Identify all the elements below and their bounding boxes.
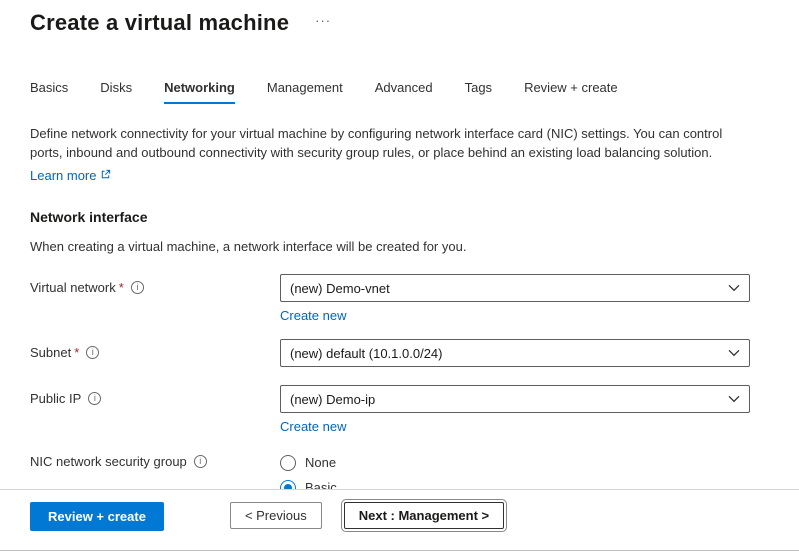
learn-more-link[interactable]: Learn more: [30, 166, 111, 185]
previous-button[interactable]: < Previous: [230, 502, 322, 529]
subnet-label-cell: Subnet * i: [30, 339, 280, 367]
external-link-icon: [100, 166, 111, 185]
tab-advanced[interactable]: Advanced: [375, 80, 433, 104]
tab-review-create[interactable]: Review + create: [524, 80, 618, 104]
info-icon[interactable]: i: [86, 346, 99, 359]
subnet-value: (new) default (10.1.0.0/24): [290, 346, 442, 361]
page-header: Create a virtual machine ···: [30, 10, 759, 36]
review-create-button[interactable]: Review + create: [30, 502, 164, 531]
virtual-network-create-new-link[interactable]: Create new: [280, 308, 346, 323]
subnet-control: (new) default (10.1.0.0/24): [280, 339, 750, 367]
required-asterisk: *: [119, 280, 124, 295]
option-label: None: [305, 455, 336, 470]
subnet-dropdown[interactable]: (new) default (10.1.0.0/24): [280, 339, 750, 367]
public-ip-value: (new) Demo-ip: [290, 392, 375, 407]
field-row-virtual-network: Virtual network * i (new) Demo-vnet Crea…: [30, 274, 759, 323]
intro-block: Define network connectivity for your vir…: [30, 124, 750, 185]
tab-tags[interactable]: Tags: [465, 80, 492, 104]
next-management-button[interactable]: Next : Management >: [344, 502, 504, 529]
chevron-down-icon: [728, 395, 740, 403]
subnet-label: Subnet: [30, 345, 71, 360]
public-ip-label-cell: Public IP i: [30, 385, 280, 434]
tab-networking[interactable]: Networking: [164, 80, 235, 104]
virtual-network-dropdown[interactable]: (new) Demo-vnet: [280, 274, 750, 302]
section-subtext: When creating a virtual machine, a netwo…: [30, 239, 759, 254]
field-row-public-ip: Public IP i (new) Demo-ip Create new: [30, 385, 759, 434]
tab-disks[interactable]: Disks: [100, 80, 132, 104]
virtual-network-label-cell: Virtual network * i: [30, 274, 280, 323]
nic-nsg-option-none[interactable]: None: [280, 450, 750, 475]
nic-nsg-label: NIC network security group: [30, 454, 187, 469]
tab-management[interactable]: Management: [267, 80, 343, 104]
create-vm-page: Create a virtual machine ··· Basics Disk…: [0, 10, 799, 525]
virtual-network-label: Virtual network: [30, 280, 116, 295]
section-heading-network-interface: Network interface: [30, 209, 759, 225]
chevron-down-icon: [728, 349, 740, 357]
field-row-subnet: Subnet * i (new) default (10.1.0.0/24): [30, 339, 759, 367]
virtual-network-control: (new) Demo-vnet Create new: [280, 274, 750, 323]
page-title: Create a virtual machine: [30, 10, 289, 36]
info-icon[interactable]: i: [194, 455, 207, 468]
networking-form: Virtual network * i (new) Demo-vnet Crea…: [30, 274, 759, 525]
tab-bar: Basics Disks Networking Management Advan…: [30, 80, 759, 104]
chevron-down-icon: [728, 284, 740, 292]
public-ip-label: Public IP: [30, 391, 81, 406]
public-ip-create-new-link[interactable]: Create new: [280, 419, 346, 434]
tab-basics[interactable]: Basics: [30, 80, 68, 104]
learn-more-label: Learn more: [30, 166, 96, 185]
intro-text: Define network connectivity for your vir…: [30, 126, 722, 160]
virtual-network-value: (new) Demo-vnet: [290, 281, 390, 296]
info-icon[interactable]: i: [88, 392, 101, 405]
info-icon[interactable]: i: [131, 281, 144, 294]
radio-icon: [280, 455, 296, 471]
required-asterisk: *: [74, 345, 79, 360]
public-ip-control: (new) Demo-ip Create new: [280, 385, 750, 434]
public-ip-dropdown[interactable]: (new) Demo-ip: [280, 385, 750, 413]
more-options-icon[interactable]: ···: [315, 16, 331, 26]
